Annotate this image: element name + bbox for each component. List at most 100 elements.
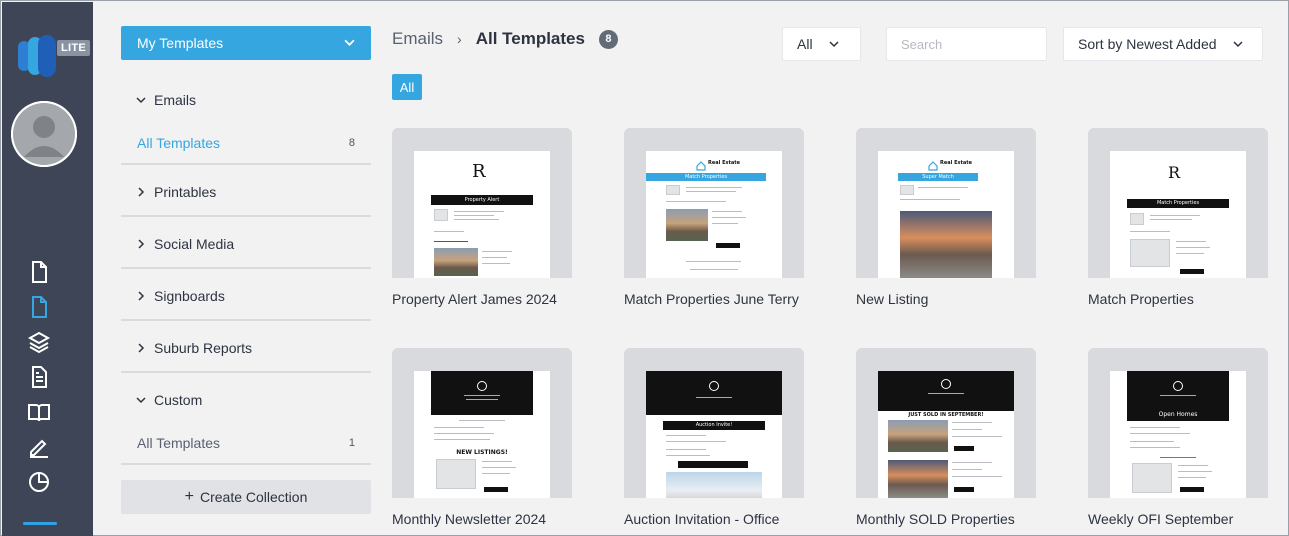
template-preview: Open Homes	[1110, 371, 1246, 498]
icon-rail: LITE	[2, 2, 93, 536]
template-card[interactable]: R Property Alert Property Alert James 20…	[392, 128, 572, 307]
custom-all-templates[interactable]: All Templates 1	[137, 434, 355, 452]
chevron-right-icon	[136, 187, 154, 197]
template-preview: Real Estate Match Properties	[646, 151, 782, 278]
search-input[interactable]: Search	[886, 27, 1047, 61]
section-label: Social Media	[154, 236, 235, 252]
chevron-down-icon	[136, 395, 154, 405]
sort-select[interactable]: Sort by Newest Added	[1063, 27, 1263, 61]
breadcrumb: Emails › All Templates 8	[392, 29, 618, 49]
template-preview: Real Estate Super Match	[878, 151, 1014, 278]
pen-icon[interactable]	[27, 435, 51, 459]
filter-chip-all[interactable]: All	[392, 74, 422, 100]
create-collection-button[interactable]: + Create Collection	[121, 480, 371, 514]
template-title[interactable]: Match Properties	[1088, 291, 1268, 307]
divider	[121, 267, 371, 269]
template-preview: Auction Invite!	[646, 371, 782, 498]
template-card[interactable]: Real Estate Match Properties Match Prope…	[624, 128, 804, 307]
template-card[interactable]: Auction Invite! Auction Invitation - Off…	[624, 348, 804, 527]
chevron-down-icon	[344, 35, 355, 51]
template-preview: JUST SOLD IN SEPTEMBER!	[878, 371, 1014, 498]
count-badge: 8	[598, 29, 618, 49]
chevron-right-icon	[136, 343, 154, 353]
section-custom[interactable]: Custom	[121, 391, 371, 409]
book-open-icon[interactable]	[27, 400, 51, 424]
banner-text: JUST SOLD IN SEPTEMBER!	[908, 412, 984, 418]
banner-text: Super Match	[922, 174, 954, 180]
banner-text: Match Properties	[1156, 200, 1200, 206]
section-label: Suburb Reports	[154, 340, 253, 356]
section-label: Signboards	[154, 288, 225, 304]
emails-all-templates[interactable]: All Templates 8	[137, 134, 355, 152]
sub-label: All Templates	[137, 435, 221, 451]
template-card[interactable]: JUST SOLD IN SEPTEMBER! Monthly SOLD Pro…	[856, 348, 1036, 527]
layers-icon[interactable]	[27, 330, 51, 354]
section-suburb-reports[interactable]: Suburb Reports	[121, 339, 371, 357]
chevron-down-icon	[136, 95, 154, 105]
user-avatar[interactable]	[11, 101, 77, 167]
rail-indicator	[23, 522, 57, 525]
banner-text: Match Properties	[684, 174, 728, 180]
section-signboards[interactable]: Signboards	[121, 287, 371, 305]
template-thumbnail[interactable]: Real Estate Super Match	[856, 128, 1036, 278]
filter-select[interactable]: All	[782, 27, 861, 61]
template-title[interactable]: Monthly SOLD Properties	[856, 511, 1036, 527]
section-label: Emails	[154, 92, 197, 108]
sub-count: 1	[348, 437, 355, 449]
chevron-down-icon	[1233, 39, 1243, 49]
section-printables[interactable]: Printables	[121, 183, 371, 201]
section-social-media[interactable]: Social Media	[121, 235, 371, 253]
section-emails[interactable]: Emails	[121, 91, 371, 109]
divider	[121, 319, 371, 321]
template-card[interactable]: Real Estate Super Match New Listing	[856, 128, 1036, 307]
template-title[interactable]: Monthly Newsletter 2024	[392, 511, 572, 527]
page-title: All Templates	[475, 29, 585, 48]
template-thumbnail[interactable]: JUST SOLD IN SEPTEMBER!	[856, 348, 1036, 498]
breadcrumb-emails[interactable]: Emails	[392, 29, 443, 49]
banner-text: Property Alert	[464, 197, 500, 203]
template-card[interactable]: NEW LISTINGS! Monthly Newsletter 2024	[392, 348, 572, 527]
template-card[interactable]: R Match Properties Match Properties	[1088, 128, 1268, 307]
template-thumbnail[interactable]: NEW LISTINGS!	[392, 348, 572, 498]
collection-select[interactable]: My Templates	[121, 26, 371, 60]
plus-icon: +	[184, 488, 194, 505]
template-preview: R Property Alert	[414, 151, 550, 278]
template-thumbnail[interactable]: Auction Invite!	[624, 348, 804, 498]
file-icon[interactable]	[27, 260, 51, 284]
chevron-down-icon	[829, 39, 839, 49]
template-title[interactable]: Auction Invitation - Office	[624, 511, 804, 527]
template-thumbnail[interactable]: R Property Alert	[392, 128, 572, 278]
house-icon	[928, 158, 938, 171]
divider	[121, 163, 371, 165]
section-label: Custom	[154, 392, 203, 408]
document-lines-icon[interactable]	[27, 365, 51, 389]
divider	[121, 371, 371, 373]
template-title[interactable]: Match Properties June Terry	[624, 291, 804, 307]
banner-text: NEW LISTINGS!	[456, 449, 508, 456]
chevron-right-icon	[136, 239, 154, 249]
section-label: Printables	[154, 184, 217, 200]
banner-text: Auction Invite!	[695, 422, 733, 428]
chevron-right-icon: ›	[457, 31, 462, 47]
template-thumbnail[interactable]: R Match Properties	[1088, 128, 1268, 278]
file-active-icon[interactable]	[27, 295, 51, 319]
plan-badge: LITE	[57, 40, 91, 56]
template-title[interactable]: Property Alert James 2024	[392, 291, 572, 307]
divider	[121, 215, 371, 217]
sort-select-value: Sort by Newest Added	[1078, 36, 1217, 52]
chevron-right-icon	[136, 291, 154, 301]
create-collection-label: Create Collection	[199, 489, 308, 505]
banner-text: Open Homes	[1158, 411, 1198, 418]
sub-label: All Templates	[137, 135, 221, 151]
template-title[interactable]: Weekly OFI September	[1088, 511, 1268, 527]
template-thumbnail[interactable]: Real Estate Match Properties	[624, 128, 804, 278]
template-title[interactable]: New Listing	[856, 291, 1036, 307]
app-window: LITE My Templates Emails All Templates 8…	[0, 0, 1289, 536]
pie-chart-icon[interactable]	[27, 470, 51, 494]
template-card[interactable]: Open Homes Weekly OFI September	[1088, 348, 1268, 527]
divider	[121, 463, 371, 465]
collection-select-label: My Templates	[137, 35, 224, 51]
filter-select-value: All	[797, 36, 813, 52]
house-icon	[696, 158, 706, 171]
template-thumbnail[interactable]: Open Homes	[1088, 348, 1268, 498]
